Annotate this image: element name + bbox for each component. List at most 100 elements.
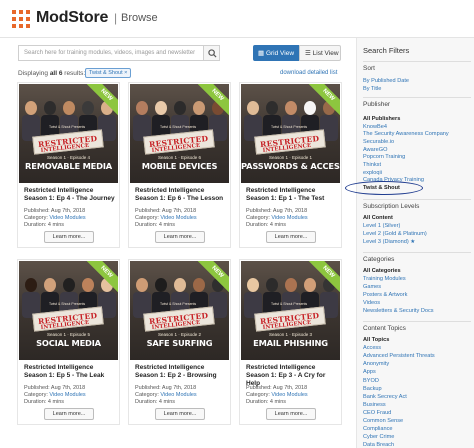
module-card[interactable]: Twist & Shout Presents RESTRICTED INTELL… xyxy=(128,82,231,248)
filter-topics-item[interactable]: Apps xyxy=(363,369,376,375)
active-filter-tag[interactable]: Twist & Shout × xyxy=(85,68,132,78)
filter-topics-item[interactable]: Cyber Crime xyxy=(363,434,394,440)
category-link[interactable]: Video Modules xyxy=(49,215,85,221)
list-view-label: List View xyxy=(312,50,339,57)
published-label: Published: xyxy=(24,208,50,214)
search-button[interactable] xyxy=(203,45,220,61)
category-link[interactable]: Video Modules xyxy=(271,215,307,221)
filter-topics-item[interactable]: Access xyxy=(363,345,381,351)
learn-more-button[interactable]: Learn more... xyxy=(155,408,205,420)
filter-topics-item[interactable]: Advanced Persistent Threats xyxy=(363,353,435,359)
filter-categories-item[interactable]: Training Modules xyxy=(363,276,406,282)
thumbnail-presents: Twist & Shout Presents xyxy=(271,125,308,129)
module-title[interactable]: Restricted Intelligence Season 1: Ep 6 -… xyxy=(135,187,227,203)
published-line: Published: Aug 7th, 2018 xyxy=(24,385,116,391)
thumbnail-episode: Season 1 · Episode 4 xyxy=(46,155,91,160)
duration-value: 4 mins xyxy=(158,222,176,228)
filter-categories-item[interactable]: Posters & Artwork xyxy=(363,292,407,298)
module-title[interactable]: Restricted Intelligence Season 1: Ep 2 -… xyxy=(135,364,227,380)
filter-topics-item[interactable]: BYOD xyxy=(363,378,379,384)
highlight-circle xyxy=(345,181,423,195)
thumbnail-title: MOBILE DEVICES xyxy=(141,161,218,171)
filter-categories-item[interactable]: Games xyxy=(363,284,381,290)
filter-topics-item[interactable]: Compliance xyxy=(363,426,393,432)
categories-heading: Categories xyxy=(363,252,471,263)
filter-publisher-item[interactable]: Securable.io xyxy=(363,139,394,145)
learn-more-button[interactable]: Learn more... xyxy=(44,408,94,420)
duration-line: Duration: 4 mins xyxy=(246,399,338,405)
filter-topics-item[interactable]: Backup xyxy=(363,386,382,392)
module-title[interactable]: Restricted Intelligence Season 1: Ep 5 -… xyxy=(24,364,116,380)
published-line: Published: Aug 7th, 2018 xyxy=(246,385,338,391)
filter-topics-item[interactable]: Anonymity xyxy=(363,361,389,367)
sidebar-title: Search Filters xyxy=(363,46,410,55)
filter-topics-item[interactable]: Common Sense xyxy=(363,418,403,424)
filter-publisher-item[interactable]: Popcorn Training xyxy=(363,154,405,160)
learn-more-button[interactable]: Learn more... xyxy=(266,231,316,243)
module-card[interactable]: Twist & Shout Presents RESTRICTED INTELL… xyxy=(239,259,342,425)
module-thumbnail[interactable]: Twist & Shout Presents RESTRICTED INTELL… xyxy=(19,84,118,183)
search-input[interactable]: Search here for training modules, videos… xyxy=(18,45,220,61)
filter-topics-item[interactable]: Bank Secrecy Act xyxy=(363,394,407,400)
module-thumbnail[interactable]: Twist & Shout Presents RESTRICTED INTELL… xyxy=(241,261,340,360)
filter-subscription-item[interactable]: Level 1 (Silver) xyxy=(363,223,400,229)
filter-sort-item[interactable]: By Title xyxy=(363,86,381,92)
thumbnail-episode: Season 1 · Episode 1 xyxy=(268,155,313,160)
module-title[interactable]: Restricted Intelligence Season 1: Ep 4 -… xyxy=(24,187,116,203)
filter-categories-item[interactable]: All Categories xyxy=(363,268,401,274)
duration-value: 4 mins xyxy=(269,399,287,405)
filter-subscription-item[interactable]: Level 3 (Diamond) ★ xyxy=(363,239,415,245)
modstore-logo-icon[interactable] xyxy=(12,10,30,28)
brand-name[interactable]: ModStore xyxy=(36,9,108,27)
filter-topics-item[interactable]: Data Breach xyxy=(363,442,394,448)
filters-sidebar: Search Filters Sort By Published Date By T… xyxy=(356,38,474,448)
learn-more-button[interactable]: Learn more... xyxy=(155,231,205,243)
filter-categories-item[interactable]: Videos xyxy=(363,300,380,306)
filter-publisher-item[interactable]: AwareGO xyxy=(363,147,387,153)
filter-categories-item[interactable]: Newsletters & Security Docs xyxy=(363,308,434,314)
search-icon xyxy=(208,49,217,58)
module-thumbnail[interactable]: Twist & Shout Presents RESTRICTED INTELL… xyxy=(130,261,229,360)
published-date: Aug 7th, 2018 xyxy=(161,385,197,391)
module-card[interactable]: Twist & Shout Presents RESTRICTED INTELL… xyxy=(17,259,120,425)
filter-publisher-item[interactable]: The Security Awareness Company xyxy=(363,131,449,137)
filter-publisher-item[interactable]: KnowBe4 xyxy=(363,124,387,130)
filter-publisher-item[interactable]: All Publishers xyxy=(363,116,400,122)
thumbnail-presents: Twist & Shout Presents xyxy=(271,302,308,306)
published-date: Aug 7th, 2018 xyxy=(272,385,308,391)
list-view-button[interactable]: ☰ List View xyxy=(299,45,341,61)
thumbnail-title: REMOVABLE MEDIA xyxy=(25,161,112,171)
filter-subscription-item[interactable]: Level 2 (Gold & Platinum) xyxy=(363,231,427,237)
module-card[interactable]: Twist & Shout Presents RESTRICTED INTELL… xyxy=(17,82,120,248)
published-label: Published: xyxy=(246,208,272,214)
module-card[interactable]: Twist & Shout Presents RESTRICTED INTELL… xyxy=(128,259,231,425)
published-date: Aug 7th, 2018 xyxy=(50,385,86,391)
category-line: Category: Video Modules xyxy=(24,392,116,398)
module-thumbnail[interactable]: Twist & Shout Presents RESTRICTED INTELL… xyxy=(19,261,118,360)
filter-subscription-item[interactable]: All Content xyxy=(363,215,393,221)
category-link[interactable]: Video Modules xyxy=(271,392,307,398)
filter-topics-item[interactable]: CEO Fraud xyxy=(363,410,391,416)
filter-sort-item[interactable]: By Published Date xyxy=(363,78,409,84)
grid-view-button[interactable]: ▦ Grid View xyxy=(253,45,299,61)
filter-topics-item[interactable]: Business xyxy=(363,402,386,408)
thumbnail-episode: Season 1 · Episode 2 xyxy=(157,332,202,337)
filter-publisher-item[interactable]: exploqii xyxy=(363,170,382,176)
filter-publisher-item[interactable]: Thinkst xyxy=(363,162,381,168)
category-link[interactable]: Video Modules xyxy=(160,215,196,221)
module-thumbnail[interactable]: Twist & Shout Presents RESTRICTED INTELL… xyxy=(241,84,340,183)
module-thumbnail[interactable]: Twist & Shout Presents RESTRICTED INTELL… xyxy=(130,84,229,183)
filter-topics-item[interactable]: All Topics xyxy=(363,337,389,343)
results-prefix: Displaying xyxy=(18,70,48,77)
module-card[interactable]: Twist & Shout Presents RESTRICTED INTELL… xyxy=(239,82,342,248)
download-list-link[interactable]: download detailed list xyxy=(280,70,337,76)
grid-icon: ▦ xyxy=(258,50,266,57)
learn-more-button[interactable]: Learn more... xyxy=(44,231,94,243)
module-title[interactable]: Restricted Intelligence Season 1: Ep 1 -… xyxy=(246,187,338,203)
category-link[interactable]: Video Modules xyxy=(49,392,85,398)
duration-value: 4 mins xyxy=(158,399,176,405)
category-link[interactable]: Video Modules xyxy=(160,392,196,398)
published-label: Published: xyxy=(246,385,272,391)
learn-more-button[interactable]: Learn more... xyxy=(266,408,316,420)
duration-label: Duration: xyxy=(246,399,269,405)
